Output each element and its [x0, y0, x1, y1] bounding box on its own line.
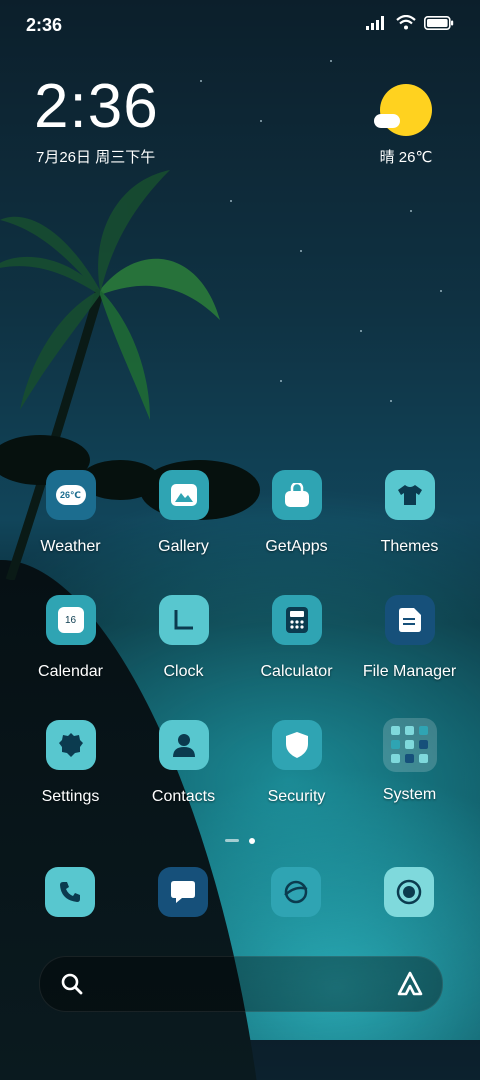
app-label: System: [382, 786, 437, 803]
page-indicator[interactable]: [0, 832, 480, 850]
dock-camera[interactable]: [384, 867, 434, 917]
app-gallery[interactable]: Gallery: [127, 470, 240, 556]
contacts-icon: [158, 720, 209, 770]
app-label: GetApps: [265, 538, 328, 555]
assistant-icon[interactable]: [396, 970, 424, 998]
app-label: Clock: [163, 663, 204, 680]
tshirt-icon: [384, 470, 435, 520]
clock-widget-time[interactable]: 2:36: [34, 76, 159, 138]
folder-icon: [382, 718, 437, 772]
dock-phone[interactable]: [45, 867, 95, 917]
status-time: 2:36: [26, 15, 63, 35]
sun-icon: [374, 84, 432, 136]
app-label: Calculator: [260, 663, 333, 680]
clock-icon: [158, 595, 209, 645]
app-settings[interactable]: Settings: [14, 720, 127, 806]
app-label: File Manager: [362, 663, 457, 680]
weather-icon-temp: 26℃: [55, 485, 86, 505]
dock-messages[interactable]: [158, 867, 208, 917]
app-file-manager[interactable]: File Manager: [353, 595, 466, 681]
shopping-bag-icon: [271, 470, 322, 520]
app-themes[interactable]: Themes: [353, 470, 466, 556]
app-security[interactable]: Security: [240, 720, 353, 806]
settings-icon: [45, 720, 96, 770]
app-label: Weather: [40, 538, 101, 555]
app-label: Settings: [41, 788, 100, 805]
weather-icon: 26℃: [45, 470, 96, 520]
gallery-icon: [158, 470, 209, 520]
battery-icon: [424, 15, 454, 30]
phone-icon: [60, 882, 80, 902]
clock-widget-date: 7月26日 周三下午: [36, 149, 156, 166]
wifi-icon: [396, 15, 416, 30]
status-bar: 2:36: [0, 0, 480, 50]
app-label: Themes: [380, 538, 439, 555]
dock-browser[interactable]: [271, 867, 321, 917]
shield-icon: [271, 720, 322, 770]
file-manager-icon: [384, 595, 435, 645]
signal-bars-icon: [366, 15, 384, 30]
app-contacts[interactable]: Contacts: [127, 720, 240, 806]
calculator-icon: [271, 595, 322, 645]
app-clock[interactable]: Clock: [127, 595, 240, 681]
calendar-icon-date: 16: [57, 607, 84, 633]
page-dot: [224, 839, 239, 843]
app-label: Calendar: [38, 663, 103, 680]
page-dot-active: [249, 837, 256, 844]
app-label: Security: [267, 788, 326, 805]
weather-summary: 晴 26℃: [379, 149, 433, 166]
browser-icon: [284, 880, 308, 904]
app-calculator[interactable]: Calculator: [240, 595, 353, 681]
calendar-icon: 16: [45, 595, 96, 645]
message-icon: [171, 881, 195, 903]
app-label: Contacts: [151, 788, 216, 805]
app-getapps[interactable]: GetApps: [240, 470, 353, 556]
app-calendar[interactable]: 16 Calendar: [14, 595, 127, 681]
search-icon[interactable]: [60, 972, 84, 996]
search-bar[interactable]: [39, 956, 443, 1012]
weather-widget[interactable]: 晴 26℃: [366, 80, 446, 167]
camera-icon: [396, 879, 422, 905]
app-system-folder[interactable]: System: [353, 718, 466, 804]
app-label: Gallery: [158, 538, 209, 555]
app-weather[interactable]: 26℃ Weather: [14, 470, 127, 556]
